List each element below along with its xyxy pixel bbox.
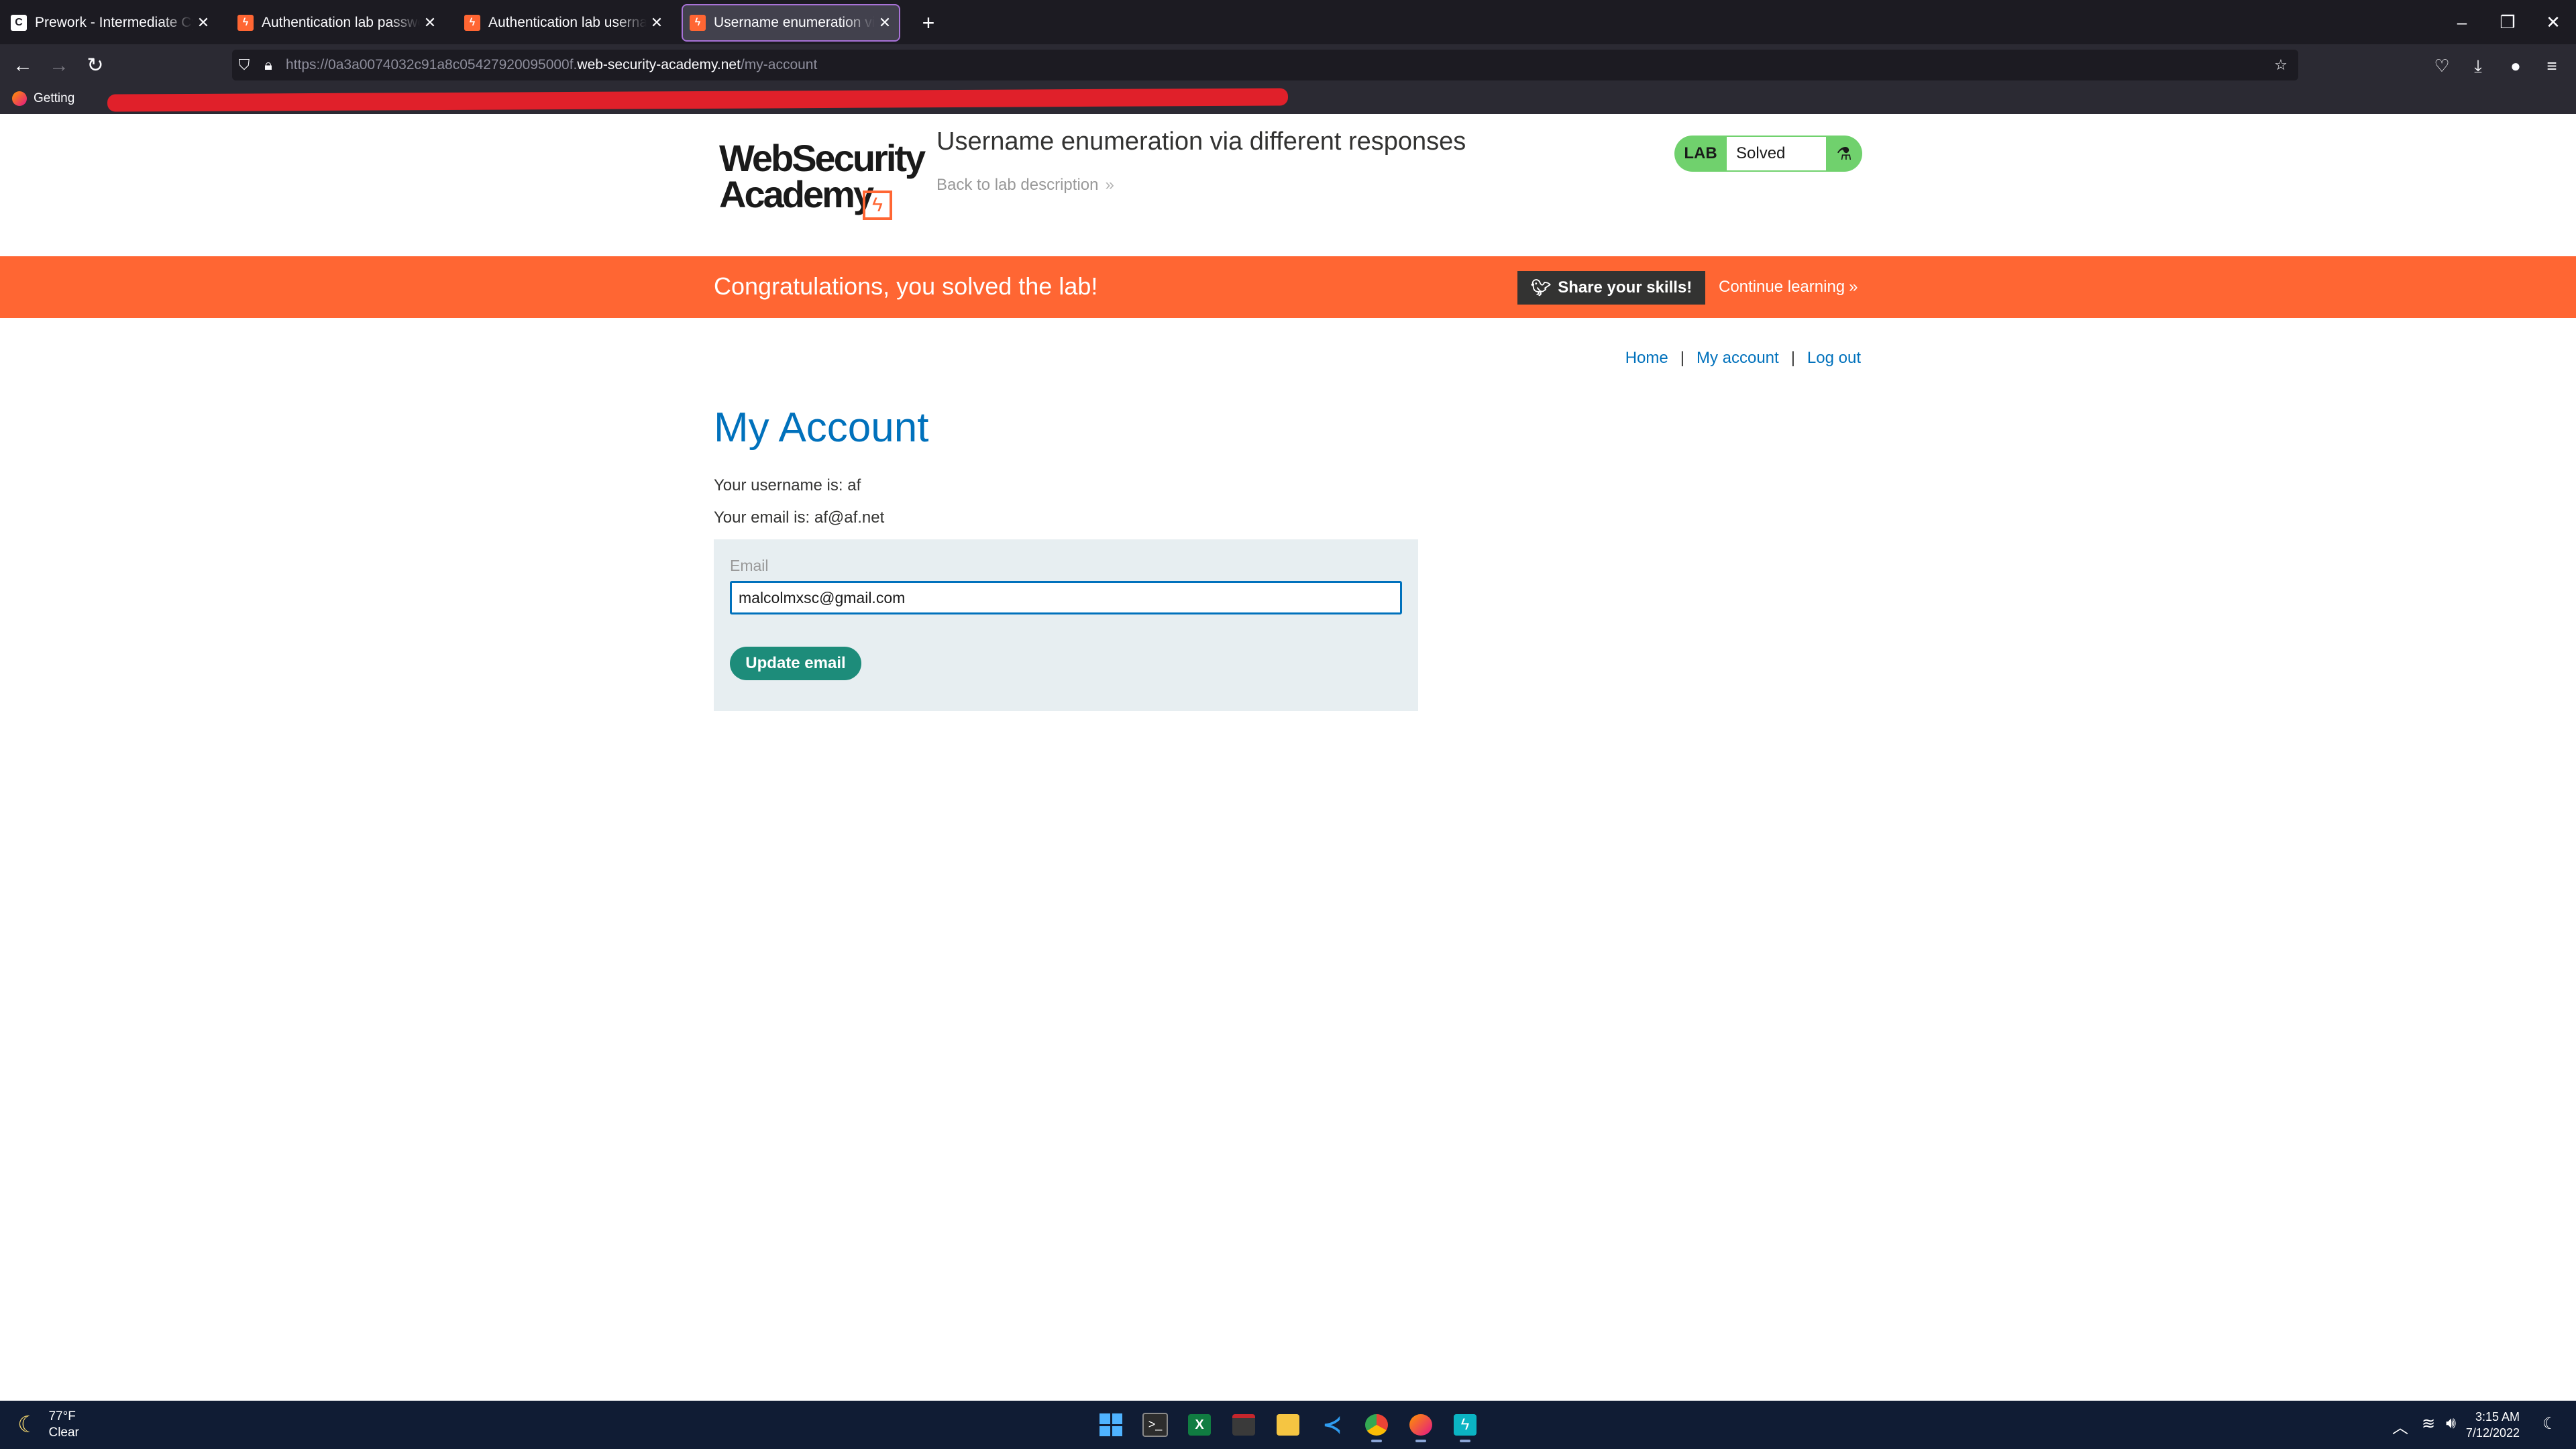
lab-status-text: Solved [1727,137,1826,170]
minimize-icon[interactable]: – [2442,7,2482,38]
close-tab-icon[interactable]: ✕ [193,14,213,32]
chevron-up-icon[interactable]: ︿ [2392,1414,2408,1438]
wsa-icon: ϟ [464,15,480,31]
new-tab-icon[interactable]: + [915,9,942,36]
solved-banner: Congratulations, you solved the lab! 🐦︎ … [0,256,2576,318]
chrome-icon[interactable] [1359,1407,1394,1442]
email-label: Email [730,557,769,574]
logo-line2: Academy [719,173,874,215]
tab-title: Username enumeration via diff [714,15,875,30]
logo-line1: WebSecurity [719,137,926,179]
lock-icon[interactable]: 🔒︎ [256,56,280,74]
clock-date: 7/12/2022 [2465,1426,2520,1440]
nav-my-account-link[interactable]: My account [1697,349,1779,368]
firefox-icon [12,91,27,106]
tab-title: Authentication lab usernames | [488,15,647,30]
tab-title: Authentication lab passwords | [262,15,420,30]
lab-status-widget: LAB Solved ⚗ [1674,136,1862,172]
tab-title: Prework - Intermediate Cyberse [35,15,193,30]
email-field[interactable] [730,581,1402,614]
file-explorer-icon[interactable] [1271,1407,1305,1442]
back-icon[interactable]: ← [8,51,38,80]
web-page: WebSecurity Academy ϟ Username enumerati… [0,114,2576,1401]
lab-title: Username enumeration via different respo… [936,127,1466,156]
nav-logout-link[interactable]: Log out [1807,349,1861,368]
nav-separator: | [1790,349,1795,367]
menu-icon[interactable]: ≡ [2537,51,2567,80]
update-email-button[interactable]: Update email [730,647,861,680]
back-to-lab-link[interactable]: Back to lab description» [936,176,1114,195]
system-clock[interactable]: 3:15 AM 7/12/2022 [2466,1409,2520,1441]
email-info: Your email is: af@af.net [714,508,885,527]
username-info: Your username is: af [714,476,861,494]
bookmark-item[interactable]: Getting [12,91,74,106]
continue-learning-link[interactable]: Continue learning» [1719,278,1858,297]
forward-icon[interactable]: → [44,51,74,80]
browser-tab[interactable]: C Prework - Intermediate Cyberse ✕ [4,5,217,40]
extension-icon[interactable]: ● [2501,51,2530,80]
windows-taskbar: ☾ 77°F Clear >_ X ≺ ϟ ︿ ≋ 🔊︎ 3:15 AM 7/1… [0,1401,2576,1449]
clock-time: 3:15 AM [2475,1410,2520,1424]
chevron-right-icon: » [1105,176,1114,194]
web-security-academy-logo[interactable]: WebSecurity Academy ϟ [715,136,926,223]
temperature: 77°F [48,1409,76,1424]
codepath-icon: C [11,15,27,31]
bolt-icon: ϟ [863,191,892,220]
shield-icon[interactable]: ⛉ [232,56,256,74]
browser-tab[interactable]: ϟ Authentication lab usernames | ✕ [458,5,671,40]
media-app-icon[interactable] [1226,1407,1261,1442]
site-nav: Home | My account | Log out [1625,349,1861,368]
vscode-icon[interactable]: ≺ [1315,1407,1350,1442]
nav-separator: | [1680,349,1684,367]
share-label: Share your skills! [1558,278,1693,297]
update-email-form: Email Update email [714,539,1418,711]
nav-home-link[interactable]: Home [1625,349,1668,368]
moon-icon: ☾ [17,1412,38,1438]
restore-icon[interactable]: ❐ [2487,7,2528,38]
chevron-right-icon: » [1849,278,1858,296]
pocket-icon[interactable]: ♡ [2427,51,2457,80]
downloads-icon[interactable]: ⤓ [2463,51,2493,80]
wifi-icon[interactable]: ≋ [2422,1414,2435,1434]
reload-icon[interactable]: ↻ [80,51,110,80]
browser-tab-active[interactable]: ϟ Username enumeration via diff ✕ [682,4,900,42]
close-tab-icon[interactable]: ✕ [420,14,440,32]
close-tab-icon[interactable]: ✕ [647,14,667,32]
volume-icon[interactable]: 🔊︎ [2446,1414,2456,1433]
twitter-icon: 🐦︎ [1530,278,1552,297]
flask-icon: ⚗ [1836,143,1852,164]
browser-nav-bar: ← → ↻ ⛉ 🔒︎ https://0a3a0074032c91a8c0542… [0,44,2576,86]
congrats-message: Congratulations, you solved the lab! [714,272,1098,300]
wsa-icon: ϟ [690,15,706,31]
share-skills-button[interactable]: 🐦︎ Share your skills! [1517,271,1705,305]
lab-badge: LAB [1684,144,1717,162]
weather-condition: Clear [48,1426,79,1440]
wsa-icon: ϟ [237,15,254,31]
close-tab-icon[interactable]: ✕ [875,14,895,32]
bookmark-label: Getting [34,91,75,105]
excel-icon[interactable]: X [1182,1407,1217,1442]
wsa-app-icon[interactable]: ϟ [1448,1407,1483,1442]
notification-icon[interactable]: ☾ [2542,1414,2557,1434]
start-icon[interactable] [1093,1407,1128,1442]
browser-tab[interactable]: ϟ Authentication lab passwords | ✕ [231,5,444,40]
close-window-icon[interactable]: ✕ [2533,7,2573,38]
terminal-icon[interactable]: >_ [1138,1407,1173,1442]
firefox-icon[interactable] [1403,1407,1438,1442]
weather-widget[interactable]: ☾ 77°F Clear [17,1409,79,1441]
browser-tab-bar: C Prework - Intermediate Cyberse ✕ ϟ Aut… [0,0,2576,44]
page-title: My Account [714,405,929,451]
address-bar[interactable]: ⛉ 🔒︎ https://0a3a0074032c91a8c0542792009… [232,50,2298,80]
bookmark-star-icon[interactable]: ☆ [2269,56,2293,74]
url-text[interactable]: https://0a3a0074032c91a8c05427920095000f… [286,57,817,73]
